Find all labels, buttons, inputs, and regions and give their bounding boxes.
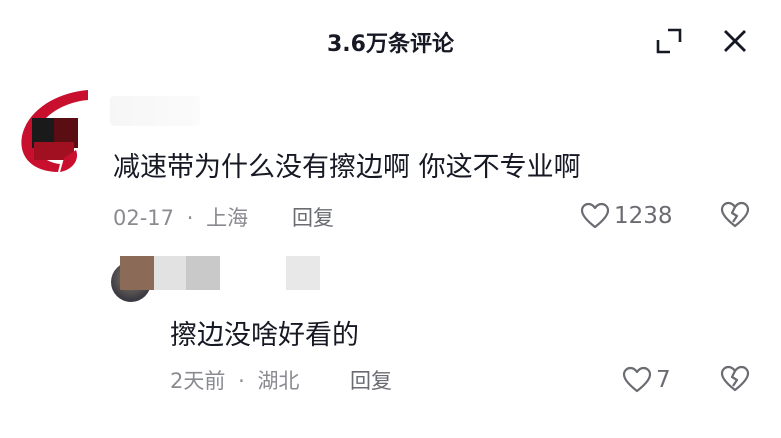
expand-button[interactable]	[654, 26, 684, 56]
reply-button[interactable]: 回复	[350, 365, 392, 395]
comment-text: 减速带为什么没有擦边啊 你这不专业啊	[113, 152, 581, 183]
username-redacted[interactable]	[110, 96, 200, 126]
reply-username-redacted[interactable]	[120, 256, 320, 290]
like-count: 1238	[614, 203, 673, 229]
meta-separator: ·	[238, 369, 245, 393]
comment-date: 02-17	[113, 206, 175, 230]
like-button[interactable]: 7	[622, 365, 671, 395]
close-icon	[724, 30, 746, 52]
reply-text: 擦边没啥好看的	[170, 320, 359, 351]
comment-location: 上海	[206, 206, 249, 230]
broken-heart-icon	[720, 365, 750, 392]
dislike-button[interactable]	[720, 201, 750, 231]
dislike-button[interactable]	[720, 365, 750, 395]
reply-date: 2天前	[170, 369, 226, 393]
like-count: 7	[656, 367, 671, 393]
reply-location: 湖北	[257, 369, 300, 393]
broken-heart-icon	[720, 201, 750, 228]
meta-separator: ·	[186, 206, 194, 230]
reply-button[interactable]: 回复	[292, 202, 334, 232]
reply-meta: 2天前 · 湖北	[170, 365, 299, 395]
like-button[interactable]: 1238	[580, 201, 673, 231]
heart-outline-icon	[580, 202, 610, 229]
comment-meta: 02-17 · 上海	[113, 202, 248, 232]
close-button[interactable]	[720, 26, 750, 56]
expand-icon	[656, 28, 682, 54]
heart-outline-icon	[622, 366, 652, 393]
avatar[interactable]	[20, 88, 92, 174]
